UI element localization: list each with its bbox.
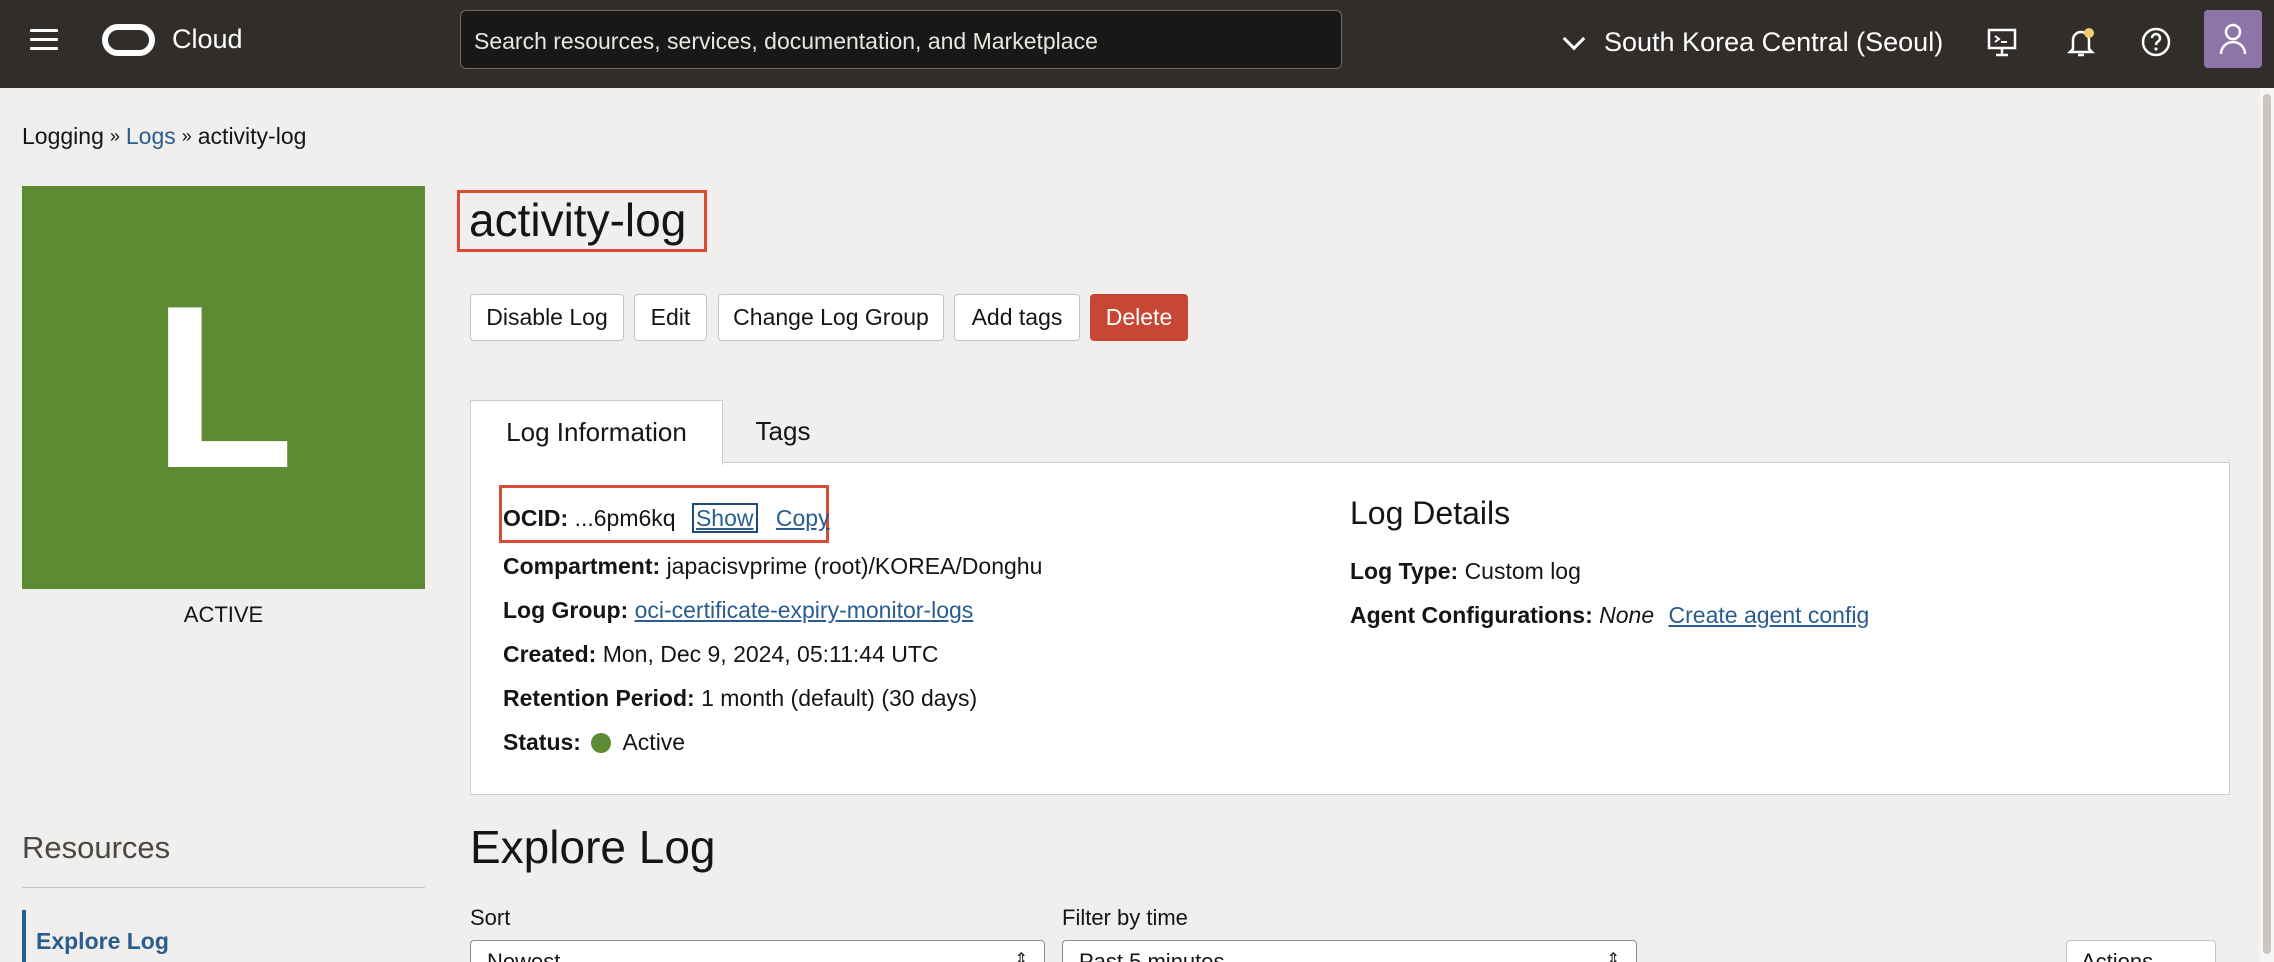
delete-button[interactable]: Delete	[1090, 294, 1188, 341]
brand-label[interactable]: Cloud	[172, 24, 243, 55]
select-caret-icon: ⇕	[1606, 951, 1620, 962]
log-type-row: Log Type: Custom log	[1350, 558, 1581, 585]
page-scrollbar[interactable]	[2260, 88, 2274, 962]
region-selector[interactable]: South Korea Central (Seoul)	[1562, 22, 1944, 62]
resource-letter: L	[152, 258, 295, 517]
resource-item-explore-log[interactable]: Explore Log	[22, 910, 169, 962]
breadcrumb: Logging » Logs » activity-log	[22, 123, 306, 150]
breadcrumb-logs[interactable]: Logs	[126, 123, 176, 150]
status-label: Status:	[503, 729, 581, 755]
agent-config-value: None	[1599, 602, 1655, 628]
region-label: South Korea Central (Seoul)	[1604, 26, 1944, 57]
notification-bell-icon[interactable]	[2063, 24, 2099, 60]
resources-heading: Resources	[22, 830, 171, 865]
agent-config-row: Agent Configurations: None Create agent …	[1350, 602, 1869, 629]
retention-label: Retention Period:	[503, 685, 695, 711]
compartment-row: Compartment: japacisvprime (root)/KOREA/…	[503, 553, 1042, 580]
change-log-group-button[interactable]: Change Log Group	[718, 294, 944, 341]
retention-row: Retention Period: 1 month (default) (30 …	[503, 685, 977, 712]
retention-value: 1 month (default) (30 days)	[701, 685, 978, 711]
ocid-show-link[interactable]: Show	[691, 503, 758, 533]
sort-value: Newest	[487, 949, 561, 962]
ocid-row: OCID: ...6pm6kq Show Copy	[503, 503, 830, 533]
created-row: Created: Mon, Dec 9, 2024, 05:11:44 UTC	[503, 641, 939, 668]
breadcrumb-current: activity-log	[197, 123, 307, 149]
tab-log-information[interactable]: Log Information	[470, 400, 723, 465]
resource-status: ACTIVE	[183, 602, 264, 627]
cloud-shell-icon[interactable]	[1984, 24, 2020, 60]
compartment-value: japacisvprime (root)/KOREA/Donghu	[666, 553, 1043, 579]
disable-log-button[interactable]: Disable Log	[470, 294, 624, 341]
filter-time-label: Filter by time	[1062, 905, 1188, 930]
help-icon[interactable]	[2138, 24, 2174, 60]
log-details-heading: Log Details	[1350, 495, 1511, 531]
breadcrumb-logging[interactable]: Logging	[22, 123, 104, 150]
scrollbar-thumb[interactable]	[2263, 94, 2271, 954]
top-nav-bar: Cloud Search resources, services, docume…	[0, 0, 2274, 88]
page-title: activity-log	[469, 194, 687, 246]
resources-divider	[22, 887, 425, 888]
created-value: Mon, Dec 9, 2024, 05:11:44 UTC	[602, 641, 939, 667]
created-label: Created:	[503, 641, 597, 667]
log-group-link[interactable]: oci-certificate-expiry-monitor-logs	[635, 597, 974, 623]
status-dot-icon	[591, 733, 612, 753]
log-type-value: Custom log	[1464, 558, 1581, 584]
ocid-value: ...6pm6kq	[574, 505, 676, 531]
search-input[interactable]: Search resources, services, documentatio…	[460, 10, 1342, 69]
filter-time-select[interactable]: Past 5 minutes ⇕	[1062, 940, 1637, 962]
ocid-label: OCID:	[503, 505, 569, 531]
breadcrumb-separator-icon: »	[109, 126, 120, 146]
breadcrumb-separator-icon: »	[181, 126, 192, 146]
filter-time-value: Past 5 minutes	[1079, 949, 1225, 962]
resource-tile: L	[22, 186, 425, 589]
log-type-label: Log Type:	[1350, 558, 1459, 584]
edit-button[interactable]: Edit	[634, 294, 707, 341]
actions-button[interactable]: Actions	[2066, 940, 2216, 962]
log-group-row: Log Group: oci-certificate-expiry-monito…	[503, 597, 973, 624]
status-row: Status: Active	[503, 729, 685, 756]
sort-select[interactable]: Newest ⇕	[470, 940, 1045, 962]
user-icon	[2219, 23, 2247, 55]
create-agent-config-link[interactable]: Create agent config	[1669, 602, 1870, 628]
menu-icon[interactable]	[30, 29, 58, 53]
explore-log-heading: Explore Log	[470, 821, 716, 873]
log-group-label: Log Group:	[503, 597, 629, 623]
user-avatar[interactable]	[2204, 10, 2262, 68]
ocid-copy-link[interactable]: Copy	[776, 505, 830, 531]
select-caret-icon: ⇕	[1014, 951, 1028, 962]
compartment-label: Compartment:	[503, 553, 661, 579]
chevron-down-icon	[1562, 27, 1586, 51]
status-value: Active	[622, 729, 686, 755]
add-tags-button[interactable]: Add tags	[954, 294, 1080, 341]
agent-config-label: Agent Configurations:	[1350, 602, 1593, 628]
sort-label: Sort	[470, 905, 511, 930]
oracle-logo[interactable]	[102, 24, 155, 56]
tab-tags[interactable]: Tags	[733, 400, 833, 464]
